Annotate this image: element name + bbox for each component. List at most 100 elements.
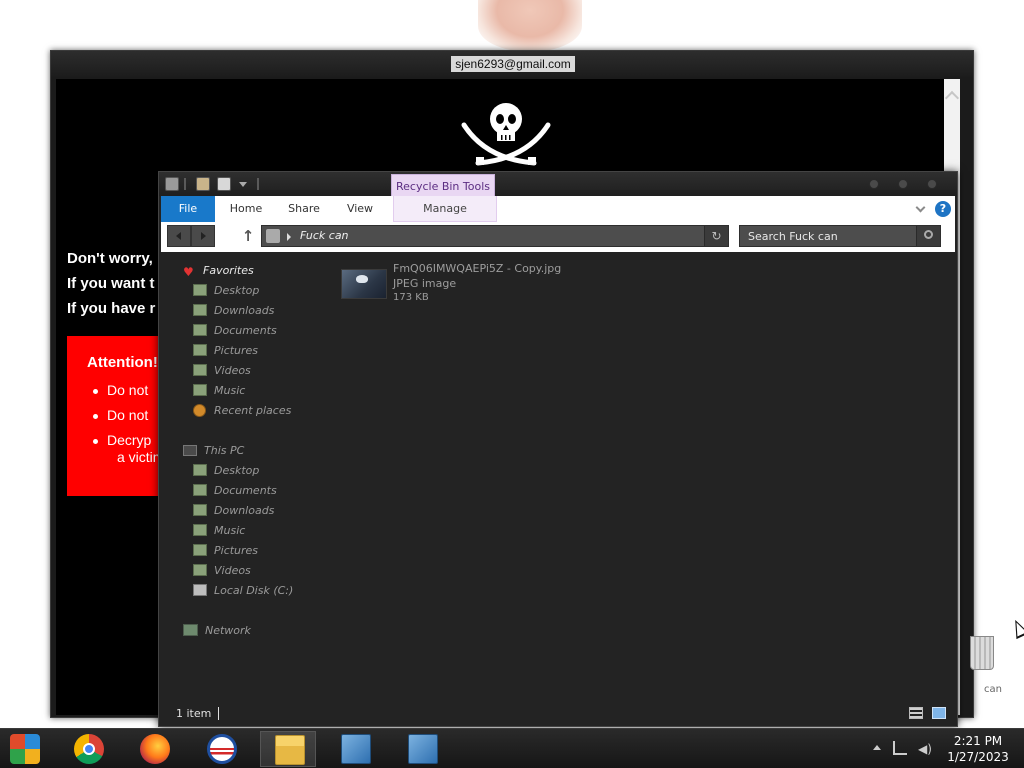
expand-ribbon-icon[interactable] [915, 202, 926, 213]
chrome-center-icon [83, 743, 95, 755]
search-input[interactable]: Search Fuck can [739, 225, 941, 247]
volume-icon[interactable]: ◀) [918, 742, 932, 756]
favorites-star-icon: ♥ [183, 265, 194, 279]
obama-logo-icon [207, 734, 237, 764]
forward-arrow-icon [201, 232, 206, 240]
taskbar-app-firefox[interactable] [126, 731, 182, 767]
address-path[interactable]: Fuck can [300, 229, 349, 242]
breadcrumb-chevron-icon[interactable] [287, 233, 291, 241]
quick-access-separator [184, 178, 186, 190]
customize-quick-access-icon[interactable] [239, 182, 247, 187]
mouse-cursor-icon [1008, 616, 1024, 640]
attention-item: Do not [93, 407, 151, 432]
taskbar-app-installer-2[interactable] [394, 731, 450, 767]
details-view-icon[interactable] [909, 707, 923, 719]
music-icon [193, 384, 207, 396]
sidebar-item-favorites[interactable]: ♥ Favorites [183, 262, 254, 280]
documents-icon [193, 324, 207, 336]
sidebar-item-pc-music[interactable]: Music [193, 522, 245, 540]
attention-list: Do not Do not Decryp [93, 382, 151, 457]
new-folder-icon[interactable] [217, 177, 231, 191]
address-bar[interactable]: Fuck can ↻ [261, 225, 729, 247]
network-tray-icon[interactable] [893, 741, 907, 755]
sidebar-item-desktop[interactable]: Desktop [193, 282, 259, 300]
large-icons-view-icon[interactable] [932, 707, 946, 719]
forward-button[interactable] [191, 225, 215, 247]
recycle-bin-window-icon[interactable] [165, 177, 179, 191]
computer-icon [183, 445, 197, 456]
videos-icon [193, 564, 207, 576]
file-explorer-window[interactable]: Recycle Bin Tools File Home Share View M… [158, 171, 958, 727]
taskbar: ◀) 2:21 PM 1/27/2023 [0, 728, 1024, 768]
sidebar-item-pc-desktop[interactable]: Desktop [193, 462, 259, 480]
ransom-line-2: If you want t [67, 275, 155, 292]
attention-item: Do not [93, 382, 151, 407]
sidebar-item-pictures[interactable]: Pictures [193, 342, 258, 360]
back-arrow-icon [176, 232, 181, 240]
sidebar-item-recent-places[interactable]: Recent places [193, 402, 291, 420]
ransom-titlebar[interactable]: sjen6293@gmail.com [51, 51, 973, 77]
tab-home[interactable]: Home [223, 196, 269, 222]
jolly-roger-icon [461, 103, 551, 166]
taskbar-app-chrome[interactable] [60, 731, 116, 767]
jpeg-thumbnail-icon [341, 269, 387, 299]
search-button[interactable] [916, 226, 940, 246]
sidebar-item-videos[interactable]: Videos [193, 362, 251, 380]
firefox-icon [140, 734, 170, 764]
clock-time: 2:21 PM [953, 734, 1003, 748]
ransom-title-email: sjen6293@gmail.com [451, 56, 575, 72]
back-button[interactable] [167, 225, 191, 247]
tab-share[interactable]: Share [281, 196, 327, 222]
taskbar-app-obama[interactable] [193, 731, 249, 767]
clock-date: 1/27/2023 [947, 750, 1009, 764]
maximize-button[interactable] [898, 179, 908, 189]
taskbar-app-installer-1[interactable] [327, 731, 383, 767]
network-icon [183, 624, 198, 636]
close-button[interactable] [927, 179, 937, 189]
downloads-icon [193, 304, 207, 316]
file-tile[interactable]: FmQ06IMWQAEPi5Z - Copy.jpg JPEG image 17… [339, 262, 562, 306]
pictures-icon [193, 344, 207, 356]
taskbar-app-ie[interactable] [0, 731, 56, 767]
sidebar-item-pc-videos[interactable]: Videos [193, 562, 251, 580]
taskbar-app-file-explorer[interactable] [260, 731, 316, 767]
ransom-line-3: If you have r [67, 300, 156, 317]
refresh-button[interactable]: ↻ [704, 226, 728, 246]
sidebar-item-pc-documents[interactable]: Documents [193, 482, 277, 500]
sidebar-item-downloads[interactable]: Downloads [193, 302, 274, 320]
sidebar-item-pc-pictures[interactable]: Pictures [193, 542, 258, 560]
show-hidden-icons-icon[interactable] [873, 745, 881, 750]
recycle-bin-tools-header: Recycle Bin Tools [391, 174, 495, 197]
attention-title: Attention! [87, 354, 158, 371]
file-type: JPEG image [393, 277, 457, 290]
sidebar-item-local-disk[interactable]: Local Disk (C:) [193, 582, 293, 600]
sidebar-item-this-pc[interactable]: This PC [183, 442, 244, 460]
documents-icon [193, 484, 207, 496]
local-disk-icon [193, 584, 207, 596]
file-name: FmQ06IMWQAEPi5Z - Copy.jpg [393, 262, 562, 275]
desktop-recycle-bin[interactable]: can [962, 630, 1002, 695]
help-icon[interactable]: ? [935, 201, 951, 217]
minimize-button[interactable] [869, 179, 879, 189]
recycle-bin-icon [970, 636, 994, 670]
explorer-titlebar[interactable]: Recycle Bin Tools [159, 172, 957, 197]
sidebar-item-music[interactable]: Music [193, 382, 245, 400]
up-arrow-icon[interactable]: ↑ [241, 227, 255, 245]
system-clock[interactable]: 2:21 PM 1/27/2023 [940, 733, 1016, 765]
sidebar-item-network[interactable]: Network [183, 622, 251, 640]
tab-view[interactable]: View [337, 196, 383, 222]
sidebar-item-pc-downloads[interactable]: Downloads [193, 502, 274, 520]
search-icon [924, 230, 933, 239]
installer-icon [408, 734, 438, 764]
ransom-line-1: Don't worry, [67, 250, 153, 267]
navigation-bar: ↑ Fuck can ↻ Search Fuck can [161, 222, 955, 252]
attention-box: Attention! Do not Do not Decryp a victim [67, 336, 167, 496]
ie-icon [10, 734, 40, 764]
music-icon [193, 524, 207, 536]
scroll-up-icon[interactable] [944, 90, 960, 106]
tab-file[interactable]: File [161, 196, 215, 222]
tab-manage[interactable]: Manage [393, 196, 497, 222]
sidebar-item-documents[interactable]: Documents [193, 322, 277, 340]
desktop-icon [193, 284, 207, 296]
properties-icon[interactable] [196, 177, 210, 191]
